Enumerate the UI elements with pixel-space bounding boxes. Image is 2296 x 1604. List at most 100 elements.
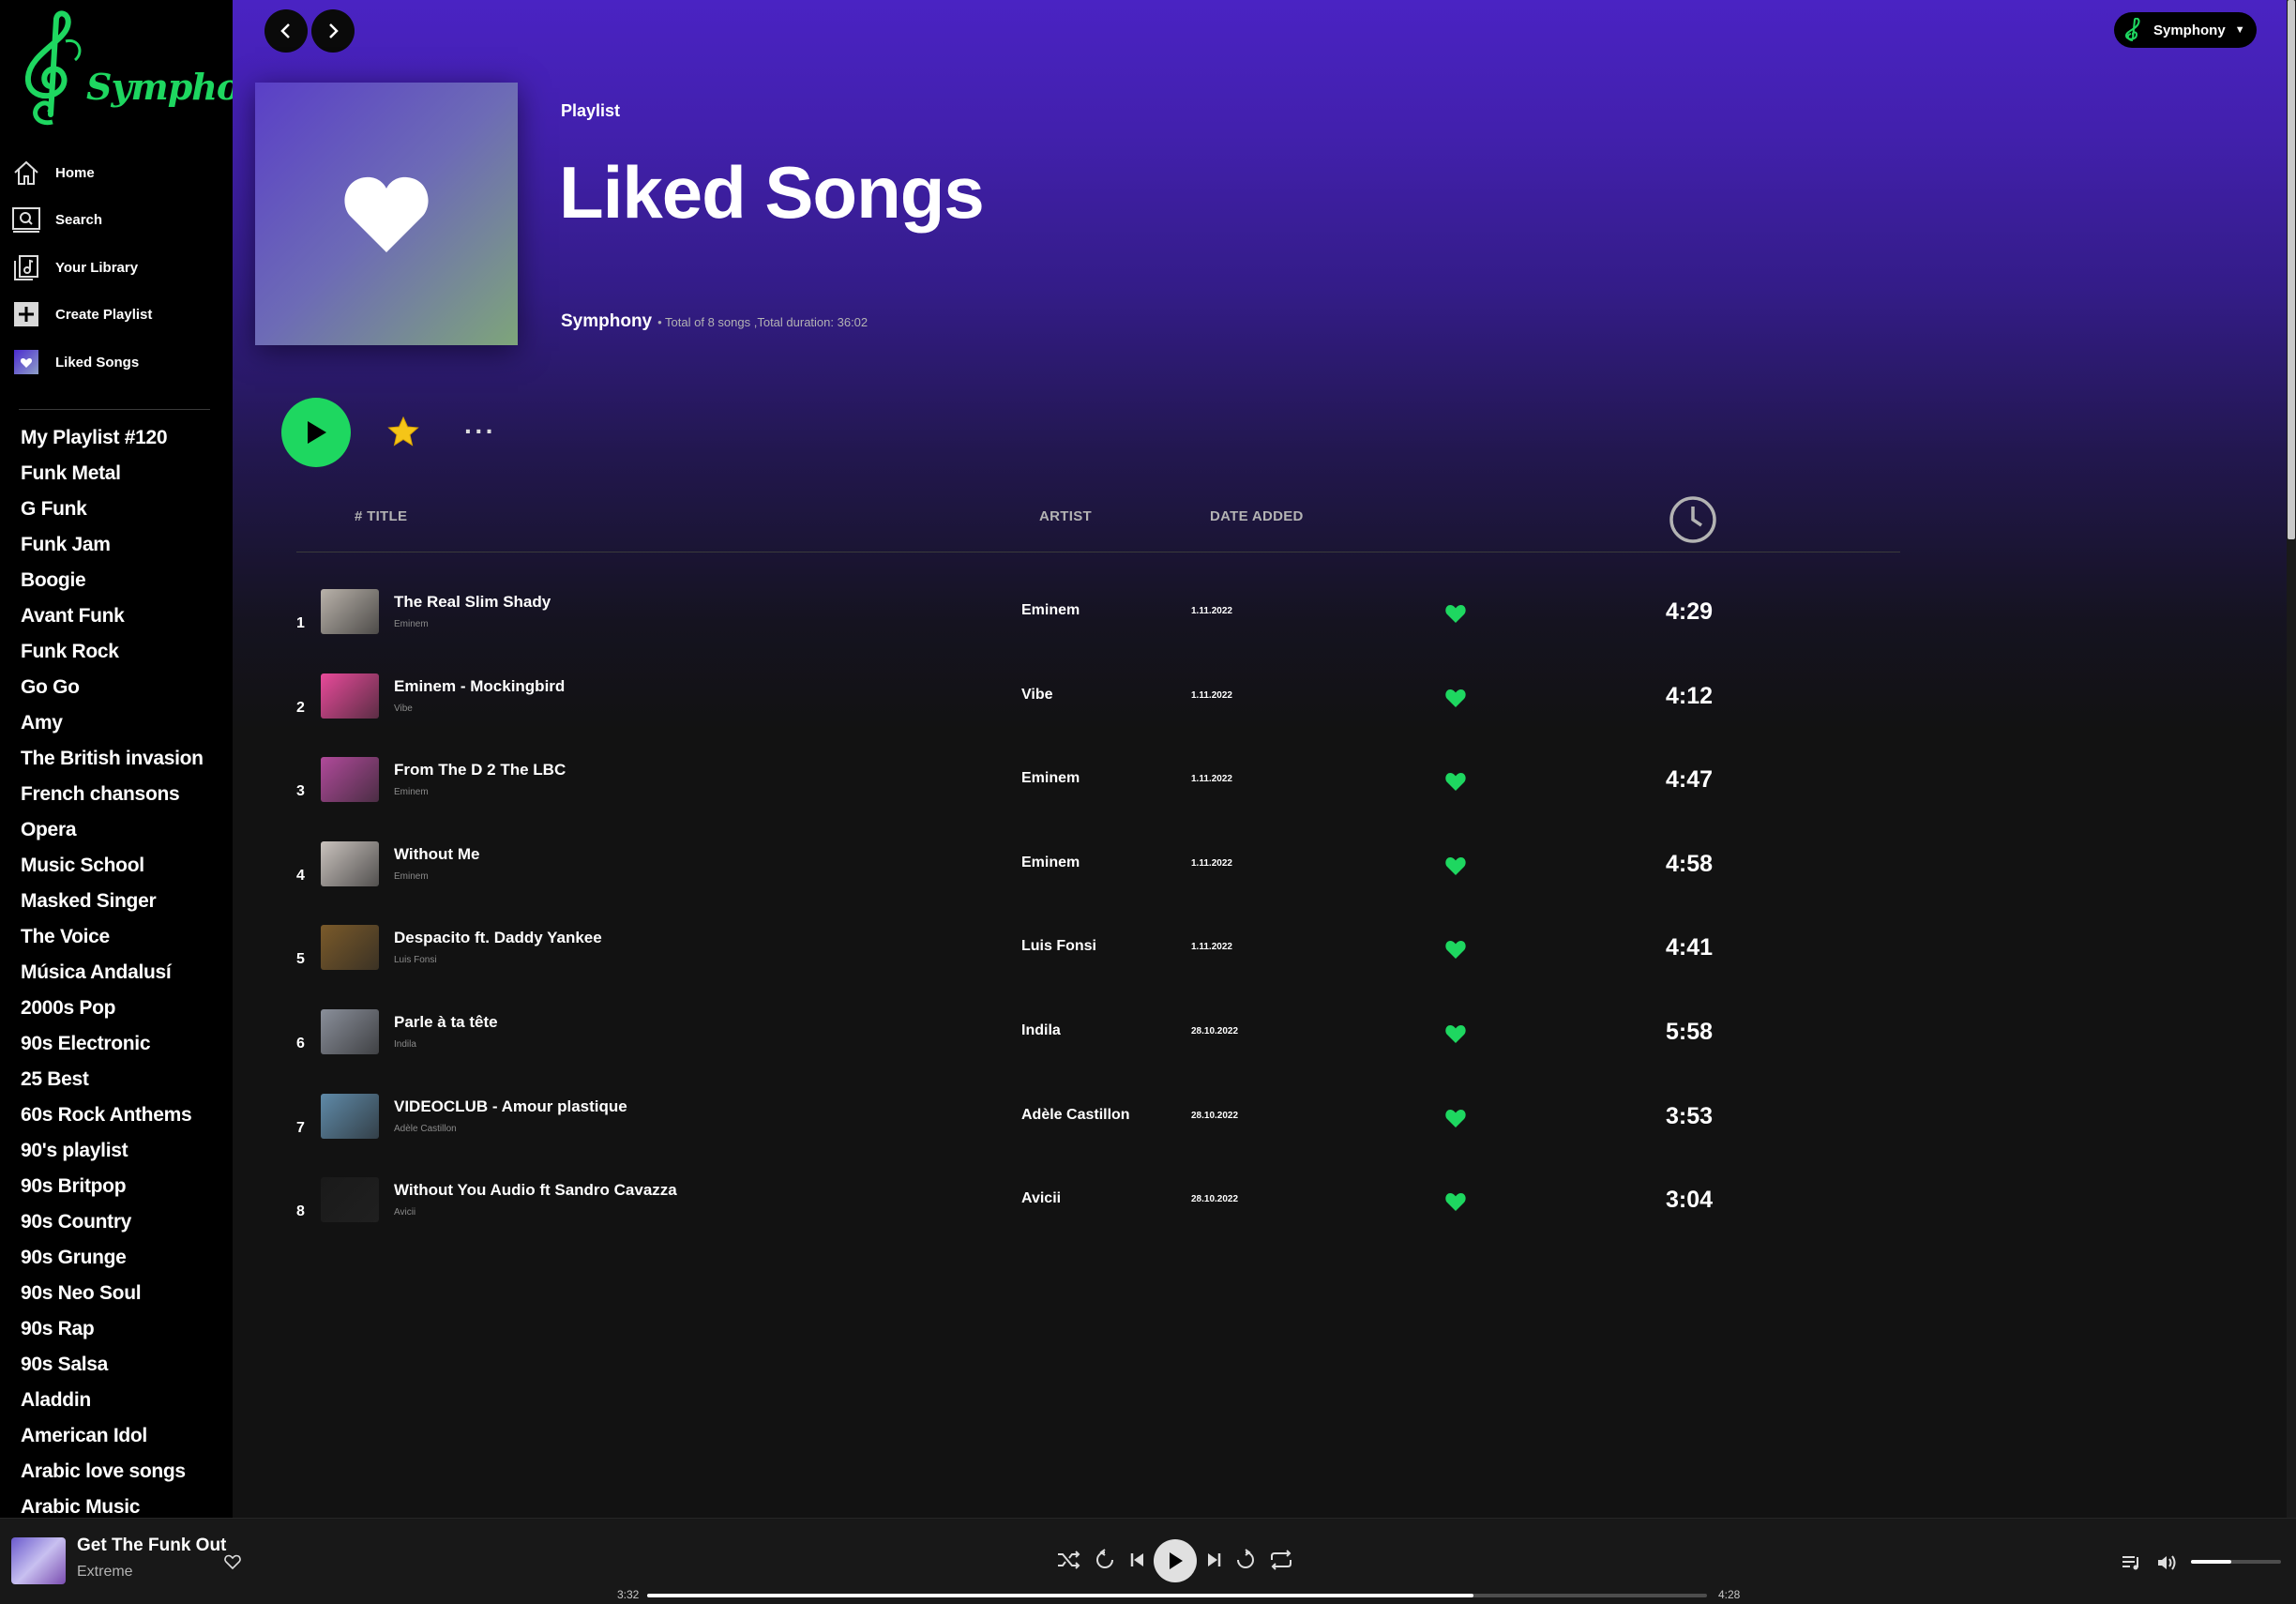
chevron-right-icon	[329, 23, 339, 38]
back-button[interactable]	[264, 9, 308, 53]
track-title[interactable]: Without Me	[394, 845, 479, 864]
sidebar-playlist-item[interactable]: The Voice	[21, 921, 227, 957]
track-artist[interactable]: Eminem	[1021, 770, 1080, 787]
liked-heart-icon[interactable]	[1443, 768, 1469, 794]
playlist-owner[interactable]: Symphony	[561, 311, 652, 332]
fast-forward-button[interactable]	[1229, 1543, 1262, 1577]
track-title[interactable]: From The D 2 The LBC	[394, 761, 566, 779]
volume-button[interactable]	[2153, 1549, 2182, 1577]
more-options-button[interactable]: ···	[461, 413, 499, 450]
sidebar-playlist-item[interactable]: Masked Singer	[21, 885, 227, 921]
track-row[interactable]: 2 Eminem - Mockingbird Vibe Vibe 1.11.2022 4:…	[233, 655, 1968, 739]
liked-heart-icon[interactable]	[1443, 685, 1469, 711]
track-title[interactable]: Despacito ft. Daddy Yankee	[394, 929, 602, 947]
nav-liked-songs[interactable]: Liked Songs	[11, 343, 218, 381]
sidebar-playlist-item[interactable]: Opera	[21, 814, 227, 850]
track-artist[interactable]: Eminem	[1021, 602, 1080, 619]
sidebar-playlist-item[interactable]: Arabic love songs	[21, 1456, 227, 1491]
sidebar-playlist-item[interactable]: Music School	[21, 850, 227, 885]
sidebar-playlist-item[interactable]: Música Andalusí	[21, 957, 227, 992]
rewind-button[interactable]	[1088, 1543, 1122, 1577]
liked-heart-icon[interactable]	[1443, 936, 1469, 962]
track-title[interactable]: VIDEOCLUB - Amour plastique	[394, 1097, 627, 1116]
column-artist[interactable]: ARTIST	[1039, 508, 1092, 524]
sidebar-playlist-item[interactable]: Funk Jam	[21, 529, 227, 565]
sidebar-playlist-item[interactable]: Avant Funk	[21, 600, 227, 636]
scrollbar-thumb[interactable]	[2288, 0, 2295, 539]
sidebar-playlist-item[interactable]: 90s Britpop	[21, 1171, 227, 1206]
now-playing-title[interactable]: Get The Funk Out	[77, 1536, 226, 1556]
sidebar-playlist-item[interactable]: 90s Salsa	[21, 1349, 227, 1385]
track-artist[interactable]: Adèle Castillon	[1021, 1107, 1130, 1124]
track-artist[interactable]: Indila	[1021, 1022, 1061, 1039]
play-playlist-button[interactable]	[281, 398, 351, 467]
track-title[interactable]: Eminem - Mockingbird	[394, 677, 565, 696]
track-title[interactable]: Parle à ta tête	[394, 1013, 498, 1032]
previous-button[interactable]	[1121, 1543, 1155, 1577]
track-artist[interactable]: Avicii	[1021, 1190, 1061, 1207]
sidebar-playlist-item[interactable]: The British invasion	[21, 743, 227, 779]
volume-slider[interactable]	[2191, 1560, 2281, 1564]
shuffle-button[interactable]	[1052, 1543, 1086, 1577]
forward-button[interactable]	[311, 9, 355, 53]
nav-library[interactable]: Your Library	[11, 249, 218, 286]
sidebar-playlist-item[interactable]: 90's playlist	[21, 1135, 227, 1171]
user-menu-button[interactable]: Symphony ▼	[2114, 12, 2257, 48]
sidebar-playlist-item[interactable]: 90s Grunge	[21, 1242, 227, 1278]
track-row[interactable]: 4 Without Me Eminem Eminem 1.11.2022 4:58	[233, 823, 1968, 907]
sidebar-playlist-item[interactable]: 25 Best	[21, 1064, 227, 1099]
sidebar-playlist-item[interactable]: Funk Metal	[21, 458, 227, 493]
nav-home[interactable]: Home	[11, 154, 218, 191]
sidebar-playlist-item[interactable]: French chansons	[21, 779, 227, 814]
liked-heart-icon[interactable]	[1443, 1105, 1469, 1131]
track-title[interactable]: The Real Slim Shady	[394, 593, 551, 612]
nav-create-playlist[interactable]: Create Playlist	[11, 295, 218, 333]
sidebar-playlist-item[interactable]: American Idol	[21, 1420, 227, 1456]
track-artwork	[321, 925, 379, 971]
track-row[interactable]: 6 Parle à ta tête Indila Indila 28.10.2022 5:…	[233, 991, 1968, 1075]
nav-search[interactable]: Search	[11, 201, 218, 238]
like-button[interactable]	[221, 1551, 244, 1573]
liked-heart-icon[interactable]	[1443, 853, 1469, 879]
favorite-button[interactable]	[385, 413, 422, 450]
app-logo[interactable]: Symphony	[9, 9, 233, 131]
queue-button[interactable]	[2118, 1549, 2146, 1577]
sidebar-playlist-item[interactable]: Funk Rock	[21, 636, 227, 672]
track-row[interactable]: 5 Despacito ft. Daddy Yankee Luis Fonsi Lui…	[233, 906, 1968, 991]
now-playing-artwork[interactable]	[11, 1537, 66, 1584]
track-artist[interactable]: Vibe	[1021, 687, 1053, 704]
liked-heart-icon[interactable]	[1443, 1188, 1469, 1215]
play-pause-button[interactable]	[1154, 1539, 1197, 1582]
track-artist[interactable]: Luis Fonsi	[1021, 938, 1096, 955]
track-title[interactable]: Without You Audio ft Sandro Cavazza	[394, 1181, 677, 1200]
liked-heart-icon[interactable]	[1443, 600, 1469, 627]
queue-icon	[2122, 1556, 2138, 1570]
track-row[interactable]: 1 The Real Slim Shady Eminem Eminem 1.11.202…	[233, 570, 1968, 655]
sidebar-playlist-item[interactable]: 90s Electronic	[21, 1028, 227, 1064]
sidebar-playlist-item[interactable]: Go Go	[21, 672, 227, 707]
sidebar-playlist-item[interactable]: 2000s Pop	[21, 992, 227, 1028]
column-date-added[interactable]: DATE ADDED	[1210, 508, 1304, 524]
sidebar-playlist-item[interactable]: Arabic Music	[21, 1491, 227, 1518]
column-title[interactable]: # TITLE	[355, 508, 407, 524]
track-artist[interactable]: Eminem	[1021, 855, 1080, 871]
sidebar-playlist-item[interactable]: G Funk	[21, 493, 227, 529]
sidebar-playlist-item[interactable]: 90s Country	[21, 1206, 227, 1242]
sidebar-playlist-item[interactable]: 90s Rap	[21, 1313, 227, 1349]
track-date-added: 1.11.2022	[1191, 606, 1232, 616]
repeat-button[interactable]	[1264, 1543, 1298, 1577]
liked-heart-icon[interactable]	[1443, 1021, 1469, 1047]
progress-bar[interactable]	[647, 1594, 1707, 1597]
sidebar-playlist-item[interactable]: Boogie	[21, 565, 227, 600]
clock-icon[interactable]	[1668, 494, 1718, 550]
track-row[interactable]: 7 VIDEOCLUB - Amour plastique Adèle Castil…	[233, 1075, 1968, 1159]
sidebar-playlist-item[interactable]: Amy	[21, 707, 227, 743]
sidebar-playlist-item[interactable]: 60s Rock Anthems	[21, 1099, 227, 1135]
sidebar-playlist-item[interactable]: 90s Neo Soul	[21, 1278, 227, 1313]
now-playing-artist[interactable]: Extreme	[77, 1564, 133, 1581]
sidebar-playlist-item[interactable]: My Playlist #120	[21, 422, 227, 458]
sidebar-playlist-item[interactable]: Aladdin	[21, 1385, 227, 1420]
next-button[interactable]	[1197, 1543, 1231, 1577]
track-row[interactable]: 8 Without You Audio ft Sandro Cavazza Avic…	[233, 1158, 1968, 1243]
track-row[interactable]: 3 From The D 2 The LBC Eminem Eminem 1.11.20…	[233, 738, 1968, 823]
